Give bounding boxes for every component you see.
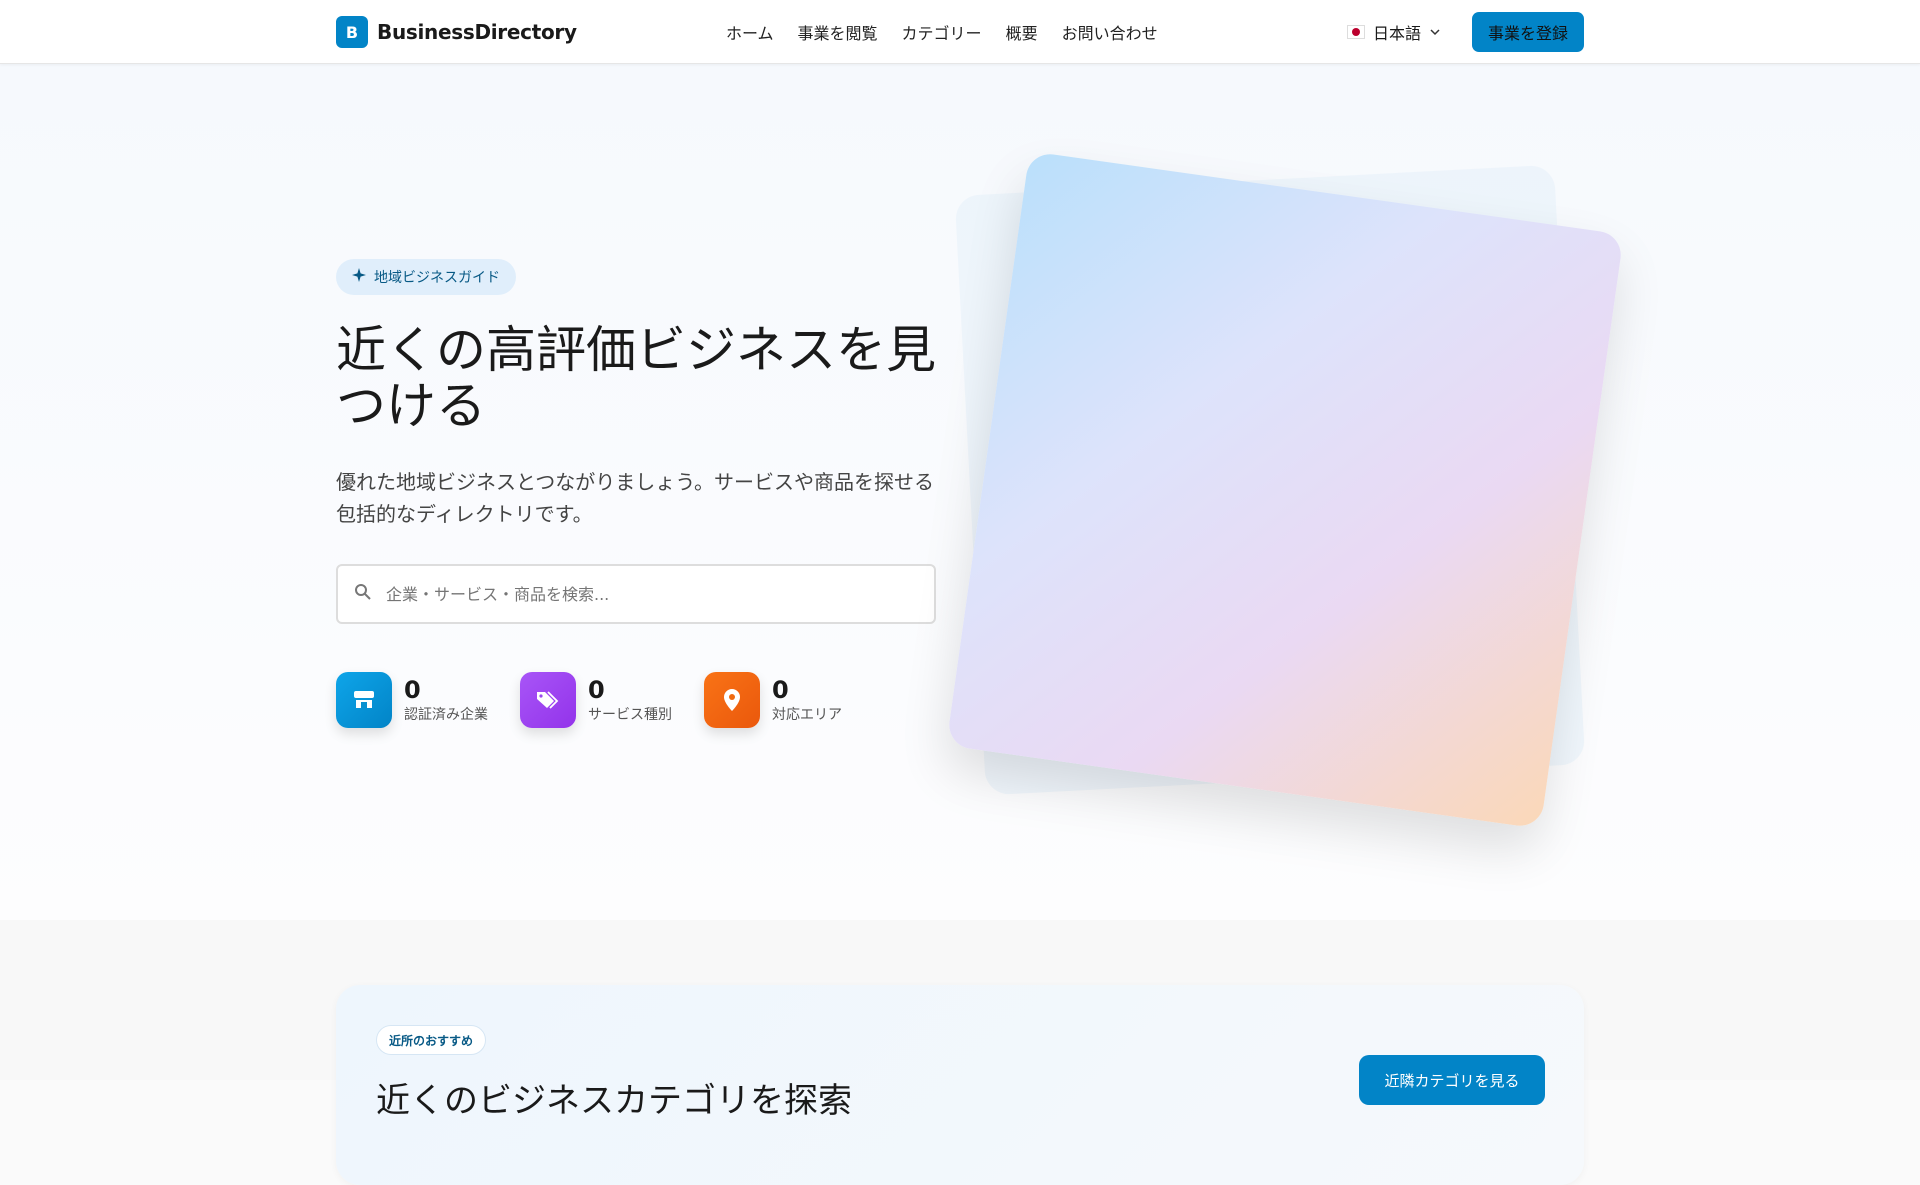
store-icon: [336, 672, 392, 728]
hero-badge-label: 地域ビジネスガイド: [374, 270, 500, 286]
hero-section: [0, 64, 1920, 920]
nav-contact[interactable]: お問い合わせ: [1062, 20, 1158, 44]
nearby-panel: 近所のおすすめ 近くのビジネスカテゴリを探索 近隣カテゴリを見る: [336, 985, 1584, 1185]
nav-browse[interactable]: 事業を閲覧: [798, 20, 878, 44]
chevron-down-icon: [1429, 23, 1441, 42]
stat-verified-businesses: 0 認証済み企業: [336, 672, 520, 728]
brand-logo[interactable]: B BusinessDirectory: [336, 16, 577, 48]
view-nearby-categories-button[interactable]: 近隣カテゴリを見る: [1359, 1055, 1545, 1105]
nav-home[interactable]: ホーム: [726, 20, 774, 44]
search-icon: [354, 583, 372, 605]
nearby-badge: 近所のおすすめ: [376, 1025, 487, 1055]
top-navbar: B BusinessDirectory ホーム 事業を閲覧 カテゴリー 概要 お…: [0, 0, 1920, 64]
stat-value: 0: [588, 676, 605, 704]
stat-label: サービス種別: [588, 707, 672, 723]
brand-name: BusinessDirectory: [377, 20, 577, 44]
main-nav: ホーム 事業を閲覧 カテゴリー 概要 お問い合わせ: [726, 20, 1158, 44]
stat-service-areas: 0 対応エリア: [704, 672, 888, 728]
language-selector[interactable]: 日本語: [1347, 20, 1441, 44]
register-business-button[interactable]: 事業を登録: [1472, 12, 1584, 52]
stat-service-types: 0 サービス種別: [520, 672, 704, 728]
stat-label: 認証済み企業: [404, 707, 488, 723]
language-label: 日本語: [1373, 24, 1422, 43]
search-box[interactable]: [336, 564, 936, 624]
tags-icon: [520, 672, 576, 728]
hero-subtitle: 優れた地域ビジネスとつながりましょう。サービスや商品を探せる包括的なディレクトリ…: [336, 470, 934, 526]
nav-categories[interactable]: カテゴリー: [902, 20, 982, 44]
nav-about[interactable]: 概要: [1006, 20, 1038, 44]
search-input[interactable]: [386, 584, 934, 604]
sparkle-icon: [352, 268, 366, 286]
hero-badge: 地域ビジネスガイド: [336, 259, 516, 295]
stat-label: 対応エリア: [772, 707, 842, 723]
stat-value: 0: [404, 676, 421, 704]
japan-flag-icon: [1347, 25, 1365, 39]
hero-gradient-card: [946, 151, 1624, 829]
stats-row: 0 認証済み企業 0 サービス種別 0 対応エリア: [336, 672, 888, 728]
hero-title: 近くの高評価ビジネスを見つける: [336, 321, 936, 435]
map-pin-icon: [704, 672, 760, 728]
nearby-title: 近くのビジネスカテゴリを探索: [376, 1081, 852, 1121]
logo-mark: B: [336, 16, 368, 48]
stat-value: 0: [772, 676, 789, 704]
